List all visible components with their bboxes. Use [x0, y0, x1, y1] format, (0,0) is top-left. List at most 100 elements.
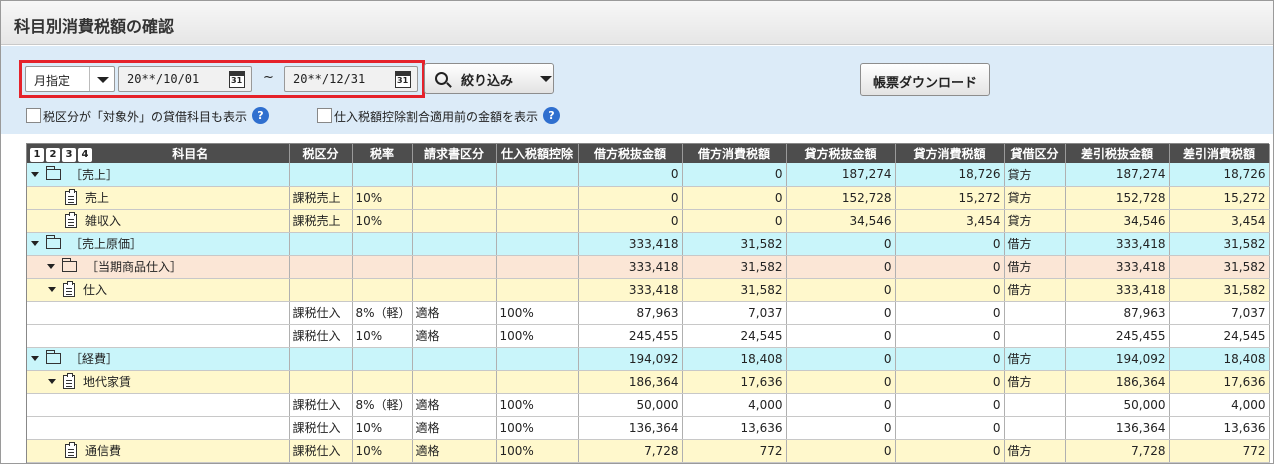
table-row[interactable]: 通信費 課税仕入 10% 適格 100% 7,728 772 0 0 借方 7,728 772 [27, 439, 1270, 463]
expand-level-4-button[interactable]: 4 [78, 147, 92, 162]
table-row[interactable]: 課税仕入 8%（軽） 適格 100% 87,963 7,037 0 0 87,963 7,037 [27, 301, 1270, 325]
column-header-rate: 税率 [352, 144, 413, 163]
expand-level-1-button[interactable]: 1 [30, 147, 44, 162]
expand-level-3-button[interactable]: 3 [62, 147, 76, 162]
column-header-net-tax: 差引消費税額 [1169, 144, 1270, 163]
cell-cr-tax: 0 [895, 416, 1005, 440]
column-header-net-excl: 差引税抜金額 [1065, 144, 1170, 163]
table-row[interactable]: ［当期商品仕入］ 333,418 31,582 0 0 借方 333,418 31,582 [27, 255, 1270, 279]
cell-tax: 課税売上 [289, 209, 353, 233]
app-window: 科目別消費税額の確認 月指定 20**/10/01 31 ~ 20**/12/3… [0, 0, 1274, 464]
cell-cr-ex: 34,546 [786, 209, 896, 233]
folder-icon [62, 258, 77, 272]
cell-cr-ex: 0 [786, 278, 896, 302]
table-row[interactable]: 雑収入 課税売上 10% 0 0 34,546 3,454 貸方 34,546 3,454 [27, 209, 1270, 233]
report-download-button[interactable]: 帳票ダウンロード [860, 63, 990, 96]
expand-toggle-icon[interactable] [31, 171, 39, 177]
account-name-cell: 通信費 [27, 439, 290, 463]
cell-invoice [412, 232, 497, 256]
cell-cr-tax: 0 [895, 301, 1005, 325]
cell-cr-ex: 0 [786, 232, 896, 256]
table-row[interactable]: ［売上原価］ 333,418 31,582 0 0 借方 333,418 31,582 [27, 232, 1270, 256]
cell-net-tax: 24,545 [1169, 324, 1270, 348]
show-exempt-checkbox[interactable]: 税区分が「対象外」の貸借科目も表示 ? [26, 107, 276, 125]
cell-net-ex: 50,000 [1065, 393, 1170, 417]
cell-deduct [496, 163, 579, 187]
help-icon[interactable]: ? [543, 107, 560, 124]
cell-dr-tax: 17,636 [682, 370, 787, 394]
account-name-cell: 売上 [27, 186, 290, 210]
table-row[interactable]: 仕入 333,418 31,582 0 0 借方 333,418 31,582 [27, 278, 1270, 302]
expand-toggle-icon[interactable] [31, 356, 39, 361]
cell-net-ex: 333,418 [1065, 278, 1170, 302]
cell-invoice: 適格 [412, 393, 497, 417]
table-row[interactable]: 課税仕入 10% 適格 100% 245,455 24,545 0 0 245,455 24,54… [27, 324, 1270, 348]
account-name-cell: 雑収入 [27, 209, 290, 233]
report-download-label: 帳票ダウンロード [873, 76, 978, 91]
period-type-select[interactable]: 月指定 [25, 66, 115, 92]
cell-cr-ex: 0 [786, 370, 896, 394]
date-from-field[interactable]: 20**/10/01 31 [118, 66, 252, 92]
account-name-cell: ［当期商品仕入］ [27, 255, 290, 279]
cell-invoice [412, 209, 497, 233]
table-row[interactable]: 課税仕入 8%（軽） 適格 100% 50,000 4,000 0 0 50,000 4,000 [27, 393, 1270, 417]
date-to-field[interactable]: 20**/12/31 31 [284, 66, 418, 92]
cell-rate [352, 347, 413, 371]
cell-rate [352, 255, 413, 279]
cell-invoice [412, 370, 497, 394]
help-icon[interactable]: ? [252, 107, 269, 124]
folder-icon [46, 165, 61, 180]
calendar-icon[interactable]: 31 [395, 71, 411, 88]
column-header-debit-tax: 借方消費税額 [682, 144, 787, 163]
cell-invoice: 適格 [412, 324, 497, 348]
expand-level-2-button[interactable]: 2 [46, 147, 60, 162]
expand-toggle-icon[interactable] [48, 379, 56, 384]
cell-rate: 8%（軽） [352, 301, 413, 325]
table-row[interactable]: ［経費］ 194,092 18,408 0 0 借方 194,092 18,408 [27, 347, 1270, 371]
account-name-cell [27, 416, 290, 440]
folder-icon [46, 350, 61, 364]
cell-cr-ex: 0 [786, 393, 896, 417]
account-name: 通信費 [85, 444, 122, 458]
account-name-cell [27, 393, 290, 417]
column-header-debit-excl: 借方税抜金額 [578, 144, 683, 163]
table-row[interactable]: 地代家賃 186,364 17,636 0 0 借方 186,364 17,636 [27, 370, 1270, 394]
table-row[interactable]: ［売上］ 0 0 187,274 18,726 貸方 187,274 18,726 [27, 163, 1270, 187]
expand-toggle-icon[interactable] [47, 264, 55, 269]
expand-toggle-icon[interactable] [48, 287, 56, 292]
checkbox-box[interactable] [317, 108, 332, 123]
cell-dr-ex: 194,092 [578, 347, 683, 371]
checkbox-box[interactable] [26, 108, 41, 123]
table-row[interactable]: 課税仕入 10% 適格 100% 136,364 13,636 0 0 136,364 13,63… [27, 416, 1270, 440]
cell-net-tax: 4,000 [1169, 393, 1270, 417]
cell-rate: 10% [352, 439, 413, 463]
cell-side [1004, 301, 1066, 325]
column-header-credit-tax: 貸方消費税額 [895, 144, 1005, 163]
account-name-cell: 地代家賃 [27, 370, 290, 394]
cell-dr-tax: 7,037 [682, 301, 787, 325]
period-type-value: 月指定 [34, 74, 71, 88]
cell-cr-ex: 0 [786, 347, 896, 371]
cell-deduct [496, 232, 579, 256]
narrow-down-button[interactable]: 絞り込み [424, 63, 554, 94]
cell-cr-ex: 187,274 [786, 163, 896, 187]
table-row[interactable]: 売上 課税売上 10% 0 0 152,728 15,272 貸方 152,728 15,272 [27, 186, 1270, 210]
cell-net-tax: 18,726 [1169, 163, 1270, 187]
cell-net-tax: 31,582 [1169, 255, 1270, 279]
account-name-cell [27, 301, 290, 325]
cell-side: 貸方 [1004, 186, 1066, 210]
cell-invoice: 適格 [412, 301, 497, 325]
account-document-icon [65, 188, 77, 205]
cell-dr-tax: 0 [682, 186, 787, 210]
expand-toggle-icon[interactable] [31, 241, 39, 246]
column-header-side: 貸借区分 [1004, 144, 1066, 163]
show-before-ratio-checkbox[interactable]: 仕入税額控除割合適用前の金額を表示 ? [317, 107, 567, 125]
cell-cr-ex: 0 [786, 416, 896, 440]
calendar-icon[interactable]: 31 [229, 71, 245, 88]
cell-rate [352, 163, 413, 187]
account-name: 仕入 [83, 283, 108, 297]
account-name: ［売上］ [70, 167, 119, 182]
cell-net-ex: 245,455 [1065, 324, 1170, 348]
cell-side: 借方 [1004, 232, 1066, 256]
cell-dr-tax: 0 [682, 209, 787, 233]
